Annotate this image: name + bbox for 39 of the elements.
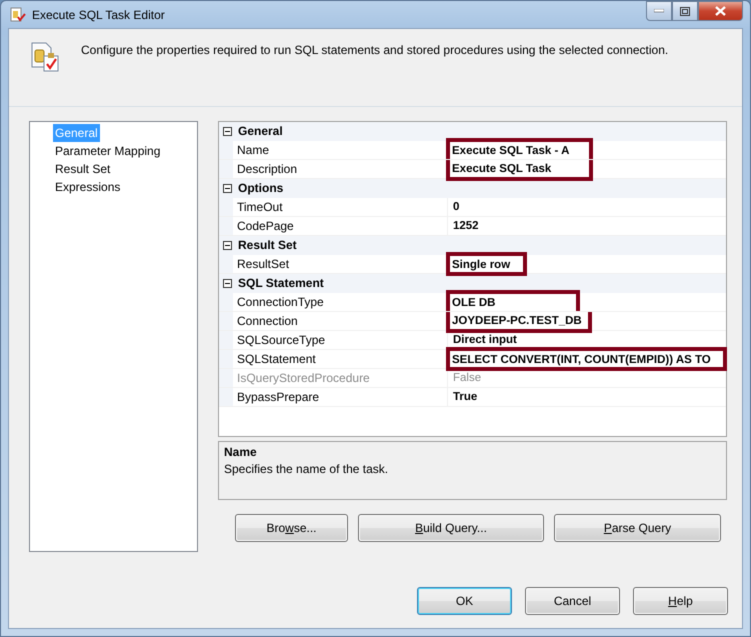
description-title: Name (224, 445, 258, 459)
maximize-button[interactable] (672, 1, 698, 21)
category-label: SQL Statement (238, 276, 324, 290)
header-description: Configure the properties required to run SQL statements and stored procedures using the selected connection. (81, 43, 668, 57)
collapse-icon[interactable] (223, 278, 232, 288)
query-button[interactable]: Build Query... (358, 514, 544, 542)
property-value[interactable]: Single row (446, 252, 527, 276)
minimize-icon (654, 9, 664, 13)
category-label: General (238, 124, 283, 138)
category-label: Options (238, 181, 284, 195)
category-label: Result Set (238, 238, 297, 252)
query-button[interactable]: Browse... (235, 514, 348, 542)
query-button[interactable]: Parse Query (554, 514, 721, 542)
close-icon (715, 6, 726, 16)
task-icon (10, 6, 26, 22)
dialog-button[interactable]: Help (633, 587, 728, 615)
property-name: BypassPrepare (233, 388, 448, 406)
property-value[interactable]: Execute SQL Task (446, 160, 594, 181)
page-list-item[interactable]: Result Set (53, 160, 112, 178)
property-value[interactable]: SELECT CONVERT(INT, COUNT(EMPID)) AS TO (446, 347, 727, 371)
description-text: Specifies the name of the task. (224, 462, 390, 476)
collapse-icon[interactable] (223, 240, 232, 250)
property-name: IsQueryStoredProcedure (233, 369, 448, 387)
task-icon (29, 41, 61, 73)
page-list-item[interactable]: Expressions (53, 178, 122, 196)
dialog-button[interactable]: Cancel (525, 587, 620, 615)
collapse-icon[interactable] (223, 126, 232, 136)
window-title: Execute SQL Task Editor (32, 8, 165, 22)
close-button[interactable] (698, 1, 743, 21)
page-list-item[interactable]: Parameter Mapping (53, 142, 162, 160)
property-value[interactable]: Execute SQL Task - A (446, 138, 594, 159)
property-name: TimeOut (233, 198, 448, 216)
property-value[interactable]: JOYDEEP-PC.TEST_DB (446, 312, 592, 333)
minimize-button[interactable] (646, 1, 672, 21)
property-name: CodePage (233, 217, 448, 235)
dialog-button[interactable]: OK (417, 587, 512, 615)
maximize-icon (680, 6, 690, 16)
property-value[interactable]: OLE DB (446, 290, 580, 311)
collapse-icon[interactable] (223, 184, 232, 192)
